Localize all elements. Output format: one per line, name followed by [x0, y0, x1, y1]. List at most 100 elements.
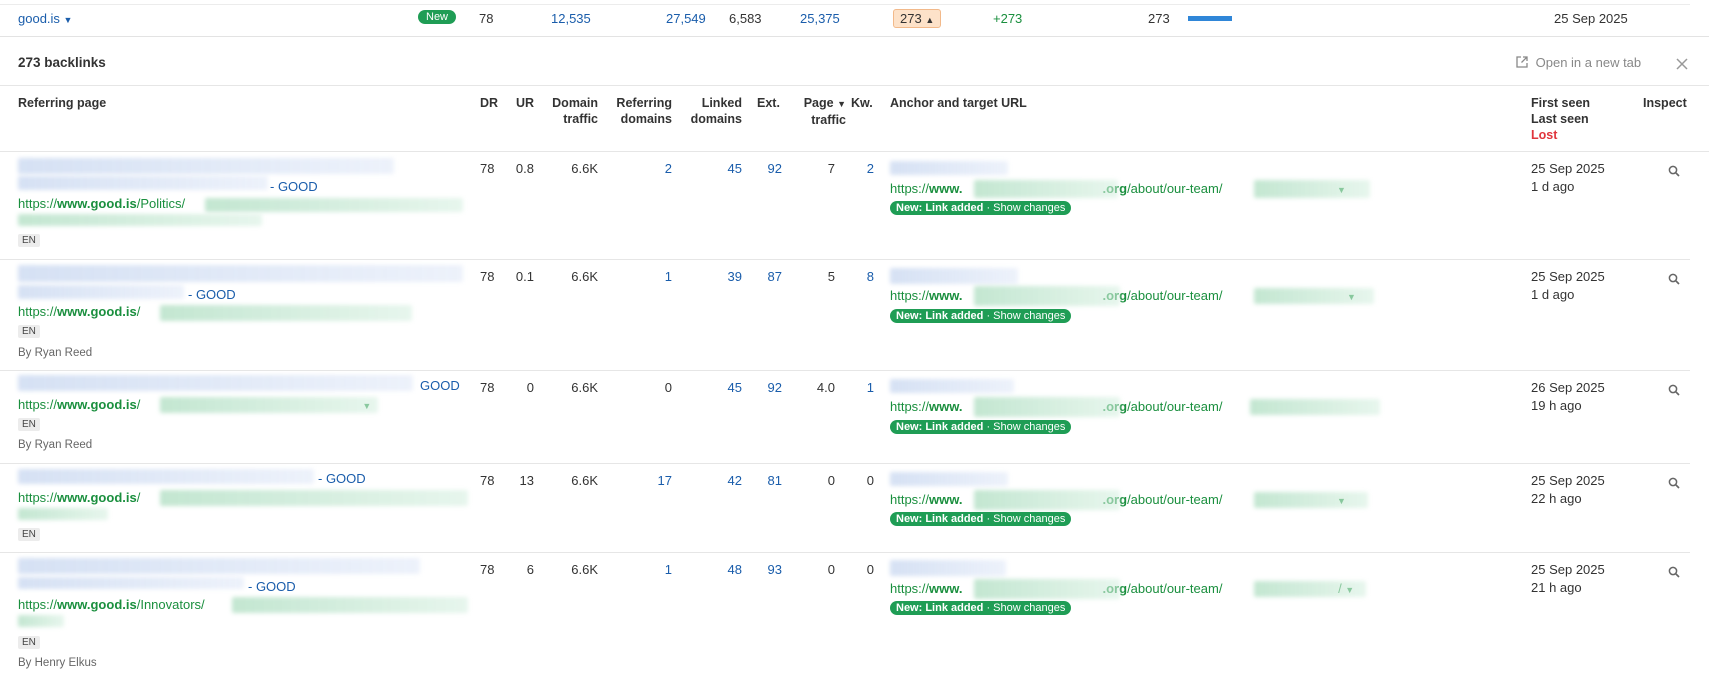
referring-url[interactable]: https://www.good.is/: [18, 304, 140, 319]
summary-value-2[interactable]: 27,549: [666, 11, 706, 26]
blurred-title: [18, 176, 268, 190]
first-seen: 25 Sep 2025: [1531, 161, 1605, 176]
table-row: GOOD https://www.good.is/▼ EN By Ryan Re…: [0, 371, 1709, 463]
cell-referring-domains[interactable]: 2: [608, 161, 672, 176]
title-suffix[interactable]: - GOOD: [318, 471, 366, 486]
show-changes-link[interactable]: · Show changes: [983, 310, 1065, 322]
external-link-icon[interactable]: [1516, 56, 1528, 68]
blurred-url: [232, 597, 468, 613]
cell-kw[interactable]: 1: [845, 380, 874, 395]
cell-kw: 0: [866, 562, 874, 577]
cell-ext[interactable]: 81: [750, 473, 782, 488]
domain-link[interactable]: good.is ▼: [18, 11, 72, 26]
table-header: Referring page DR UR Domain traffic Refe…: [0, 87, 1709, 152]
summary-value-1[interactable]: 12,535: [551, 11, 591, 26]
blurred-target: [974, 397, 1120, 417]
summary-date: 25 Sep 2025: [1554, 11, 1628, 26]
referring-url[interactable]: https://www.good.is/Politics/: [18, 196, 185, 211]
language-tag: EN: [18, 325, 40, 338]
magnifier-icon[interactable]: [1668, 566, 1680, 578]
magnifier-icon[interactable]: [1668, 273, 1680, 285]
last-seen: 21 h ago: [1531, 580, 1582, 595]
header-dr[interactable]: DR: [480, 95, 498, 111]
blurred-target: [1254, 581, 1366, 597]
backlinks-toggle-pill[interactable]: 273 ▲: [893, 9, 942, 28]
last-seen: 19 h ago: [1531, 398, 1582, 413]
header-ext[interactable]: Ext.: [757, 95, 780, 111]
magnifier-icon[interactable]: [1668, 477, 1680, 489]
show-changes-link[interactable]: · Show changes: [983, 202, 1065, 214]
show-changes-link[interactable]: · Show changes: [983, 421, 1065, 433]
show-changes-link[interactable]: · Show changes: [983, 513, 1065, 525]
target-prefix: https://: [890, 492, 930, 507]
target-www: www.: [929, 399, 963, 414]
header-last-seen: Last seen: [1531, 112, 1589, 126]
header-domain-traffic[interactable]: Domain traffic: [545, 95, 598, 127]
cell-ext[interactable]: 87: [750, 269, 782, 284]
magnifier-icon[interactable]: [1668, 384, 1680, 396]
url-prefix: https://: [18, 490, 58, 505]
title-suffix[interactable]: - GOOD: [188, 287, 236, 302]
cell-kw[interactable]: 8: [845, 269, 874, 284]
open-new-tab-link[interactable]: Open in a new tab: [1516, 55, 1641, 70]
cell-linked-domains[interactable]: 45: [680, 380, 742, 395]
cell-domain-traffic: 6.6K: [571, 562, 598, 577]
cell-ur: 13: [519, 473, 534, 488]
cell-kw[interactable]: 2: [845, 161, 874, 176]
referring-url[interactable]: https://www.good.is/Innovators/: [18, 597, 205, 612]
domain-name[interactable]: good.is: [18, 11, 60, 26]
summary-total: 273: [1148, 11, 1170, 26]
header-kw[interactable]: Kw.: [851, 95, 873, 111]
close-icon[interactable]: [1676, 58, 1688, 70]
author: By Ryan Reed: [18, 439, 93, 451]
blurred-url: [18, 508, 108, 520]
pill-count: 273: [900, 11, 922, 26]
target-www: www.: [929, 181, 963, 196]
url-domain: www.good.is: [57, 597, 137, 612]
referring-url[interactable]: https://www.good.is/: [18, 490, 140, 505]
cell-linked-domains[interactable]: 39: [680, 269, 742, 284]
cell-linked-domains[interactable]: 45: [680, 161, 742, 176]
header-ur[interactable]: UR: [516, 95, 534, 111]
magnifier-icon[interactable]: [1668, 165, 1680, 177]
new-link-label: New: Link added: [896, 602, 984, 614]
table-row: - GOOD https://www.good.is/ EN By Ryan R…: [0, 260, 1709, 370]
new-link-tag[interactable]: New: Link added · Show changes: [890, 309, 1072, 323]
blurred-target: [1254, 180, 1370, 198]
cell-referring-domains[interactable]: 17: [608, 473, 672, 488]
cell-linked-domains[interactable]: 42: [680, 473, 742, 488]
url-path: /: [136, 490, 141, 505]
cell-ur: 6: [526, 562, 534, 577]
header-page-traffic[interactable]: Page ▼ traffic: [790, 95, 846, 128]
new-link-label: New: Link added: [896, 421, 984, 433]
cell-ext[interactable]: 92: [750, 380, 782, 395]
new-link-tag[interactable]: New: Link added · Show changes: [890, 420, 1072, 434]
summary-value-4[interactable]: 25,375: [800, 11, 840, 26]
header-seen[interactable]: First seen Last seen Lost: [1531, 95, 1590, 143]
header-referring-page[interactable]: Referring page: [18, 95, 106, 111]
header-linked-domains[interactable]: Linked domains: [680, 95, 742, 127]
blurred-url: [18, 214, 262, 226]
new-link-tag[interactable]: New: Link added · Show changes: [890, 512, 1072, 526]
new-link-label: New: Link added: [896, 310, 984, 322]
cell-ext[interactable]: 93: [750, 562, 782, 577]
cell-referring-domains[interactable]: 1: [608, 269, 672, 284]
title-suffix[interactable]: - GOOD: [248, 579, 296, 594]
title-suffix[interactable]: GOOD: [420, 378, 460, 393]
header-referring-domains[interactable]: Referring domains: [608, 95, 672, 127]
new-link-tag[interactable]: New: Link added · Show changes: [890, 201, 1072, 215]
chevron-down-icon[interactable]: ▼: [64, 15, 73, 25]
target-path: /about/our-team/: [1127, 181, 1223, 196]
open-new-tab-label[interactable]: Open in a new tab: [1536, 55, 1642, 70]
cell-linked-domains[interactable]: 48: [680, 562, 742, 577]
new-link-tag[interactable]: New: Link added · Show changes: [890, 601, 1072, 615]
cell-ext[interactable]: 92: [750, 161, 782, 176]
cell-referring-domains[interactable]: 1: [608, 562, 672, 577]
url-path: /: [136, 304, 141, 319]
show-changes-link[interactable]: · Show changes: [983, 602, 1065, 614]
title-suffix[interactable]: - GOOD: [270, 179, 318, 194]
first-seen: 25 Sep 2025: [1531, 473, 1605, 488]
cell-page-traffic: 0: [827, 562, 835, 577]
header-anchor[interactable]: Anchor and target URL: [890, 95, 1027, 111]
target-prefix: https://: [890, 581, 930, 596]
